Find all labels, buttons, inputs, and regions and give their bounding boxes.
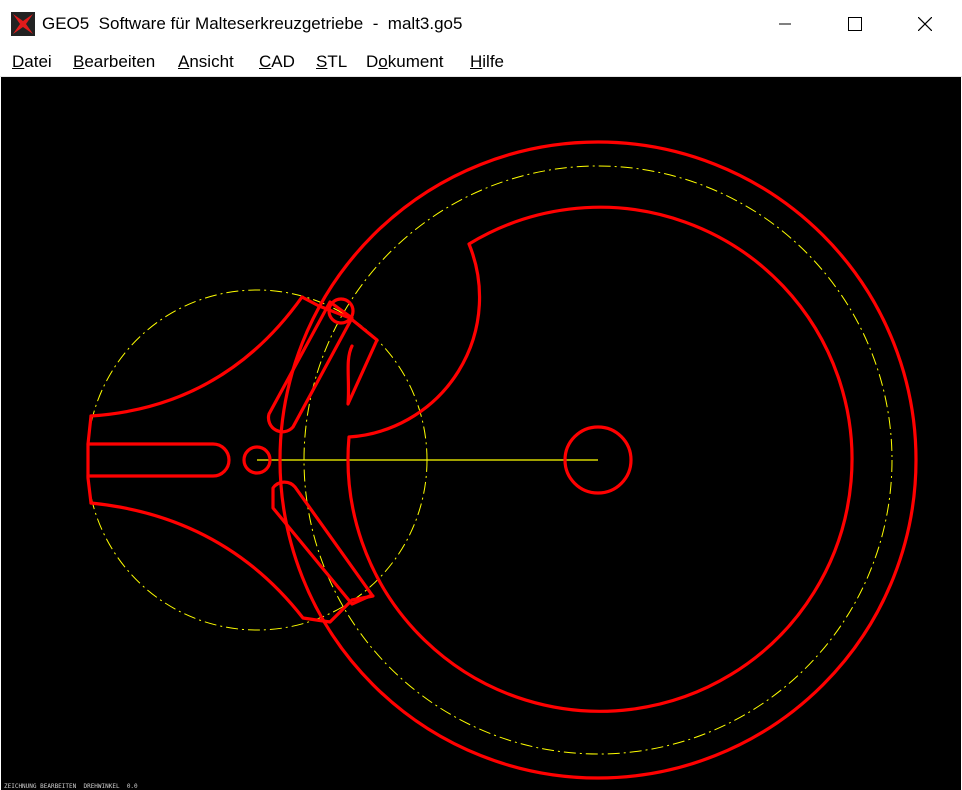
menu-bar: Datei Bearbeiten Ansicht CAD STL Dokumen…: [0, 48, 962, 77]
maximize-button[interactable]: [832, 0, 878, 48]
menu-bearbeiten[interactable]: Bearbeiten: [73, 48, 155, 76]
drawing-canvas[interactable]: ZEICHNUNG BEARBEITEN DREHWINKEL 0.0: [1, 77, 961, 790]
maltese-cross-app-icon[interactable]: [11, 12, 35, 36]
status-text: ZEICHNUNG BEARBEITEN DREHWINKEL 0.0: [4, 783, 138, 790]
menu-dokument[interactable]: Dokument: [366, 48, 444, 76]
minimize-button[interactable]: [762, 0, 808, 48]
drive-wheel-locking-disc: [346, 205, 854, 713]
menu-ansicht[interactable]: Ansicht: [178, 48, 234, 76]
maltese-cross-lower-arm: [89, 501, 375, 624]
maltese-cross-left-arm: [86, 414, 93, 505]
window-title: GEO5 Software für Malteserkreuzgetriebe …: [42, 14, 463, 33]
menu-stl[interactable]: STL: [316, 48, 347, 76]
menu-cad[interactable]: CAD: [259, 48, 295, 76]
close-button[interactable]: [902, 0, 948, 48]
maximize-icon: [848, 17, 862, 31]
geneva-drive-drawing: [86, 140, 918, 780]
minimize-icon: [779, 23, 791, 25]
menu-hilfe[interactable]: Hilfe: [470, 48, 504, 76]
close-icon: [918, 17, 932, 31]
title-bar[interactable]: GEO5 Software für Malteserkreuzgetriebe …: [0, 0, 962, 48]
maltese-cross-horizontal-slot: [86, 442, 231, 478]
maltese-cross-lower-slot: [271, 480, 374, 606]
menu-datei[interactable]: Datei: [12, 48, 52, 76]
maltese-cross-upper-arm: [89, 295, 379, 418]
